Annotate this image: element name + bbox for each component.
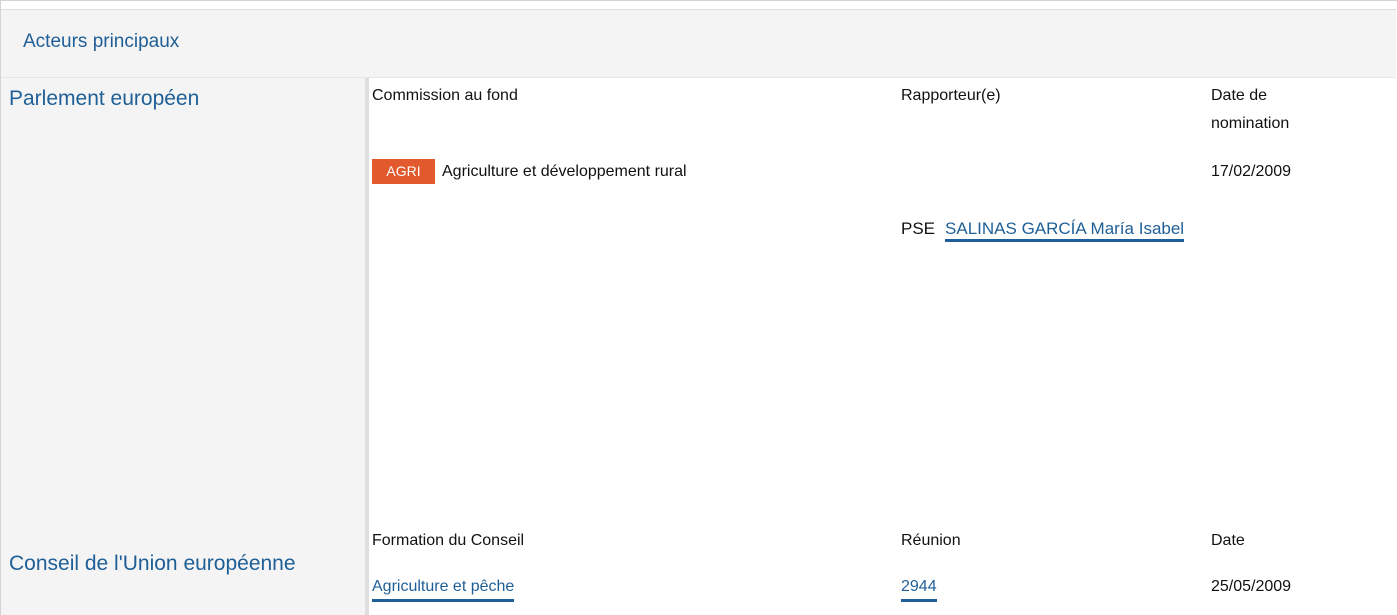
header-council-formation: Formation du Conseil xyxy=(372,532,525,549)
committee-badge: AGRI xyxy=(372,159,435,184)
rapporteur-party: PSE xyxy=(901,219,936,238)
rapporteur-link[interactable]: SALINAS GARCÍA María Isabel xyxy=(945,219,1185,242)
council-formation-link[interactable]: Agriculture et pêche xyxy=(372,575,515,602)
section-header: Acteurs principaux xyxy=(1,9,1396,78)
rapporteur-name-line1: SALINAS GARCÍA María xyxy=(945,219,1134,238)
header-rapporteur: Rapporteur(e) xyxy=(901,87,1001,104)
header-date-nomination-line1: Date de xyxy=(1211,87,1268,104)
header-meeting: Réunion xyxy=(901,532,961,549)
institution-council: Conseil de l'Union européenne xyxy=(9,552,296,575)
section-title: Acteurs principaux xyxy=(23,31,180,52)
header-date-nomination-line2: nomination xyxy=(1211,115,1290,132)
meeting-link[interactable]: 2944 xyxy=(901,575,937,602)
header-council-date: Date xyxy=(1211,532,1245,549)
rapporteur-entry: PSE SALINAS GARCÍA María Isabel xyxy=(901,217,1221,242)
column-separator xyxy=(365,78,369,615)
committee-name: Agriculture et développement rural xyxy=(442,163,687,180)
rapporteur-name-line2: Isabel xyxy=(1138,219,1185,238)
nomination-date: 17/02/2009 xyxy=(1211,163,1292,180)
council-date: 25/05/2009 xyxy=(1211,578,1292,595)
institution-parliament: Parlement européen xyxy=(9,87,200,110)
institution-column: Parlement européen Conseil de l'Union eu… xyxy=(1,78,365,615)
header-committee: Commission au fond xyxy=(372,87,518,104)
